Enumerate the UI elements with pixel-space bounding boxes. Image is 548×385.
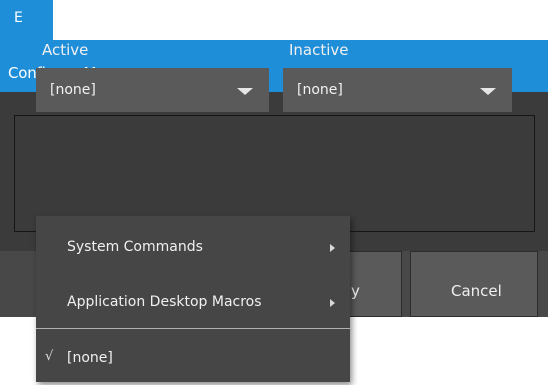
checkmark-icon: √ <box>45 349 54 364</box>
inactive-dropdown[interactable]: [none] <box>283 68 512 112</box>
inactive-dropdown-value: [none] <box>297 82 343 98</box>
active-dropdown-value: [none] <box>50 82 96 98</box>
menu-separator <box>36 328 350 329</box>
menu-item-application-desktop-macros[interactable]: Application Desktop Macros <box>36 276 350 326</box>
ok-button-label: y <box>351 282 360 300</box>
cancel-button[interactable]: Cancel <box>410 251 538 317</box>
menu-item-none[interactable]: √ [none] <box>36 334 350 384</box>
menu-item-label: Application Desktop Macros <box>67 294 262 310</box>
active-label: Active <box>42 41 89 59</box>
window-tab[interactable]: E <box>0 0 53 40</box>
window-tab-label: E <box>14 10 23 26</box>
menu-item-label: System Commands <box>67 239 203 255</box>
dropdown-menu: System Commands Application Desktop Macr… <box>36 216 350 382</box>
inactive-label: Inactive <box>289 41 349 59</box>
chevron-right-icon <box>330 299 335 307</box>
menu-item-label: [none] <box>67 350 113 366</box>
macro-group-box <box>14 115 535 232</box>
cancel-button-label: Cancel <box>451 282 502 300</box>
active-dropdown[interactable]: [none] <box>36 68 269 112</box>
chevron-down-icon <box>237 88 253 95</box>
chevron-down-icon <box>480 88 496 95</box>
chevron-right-icon <box>330 244 335 252</box>
menu-item-system-commands[interactable]: System Commands <box>36 221 350 271</box>
